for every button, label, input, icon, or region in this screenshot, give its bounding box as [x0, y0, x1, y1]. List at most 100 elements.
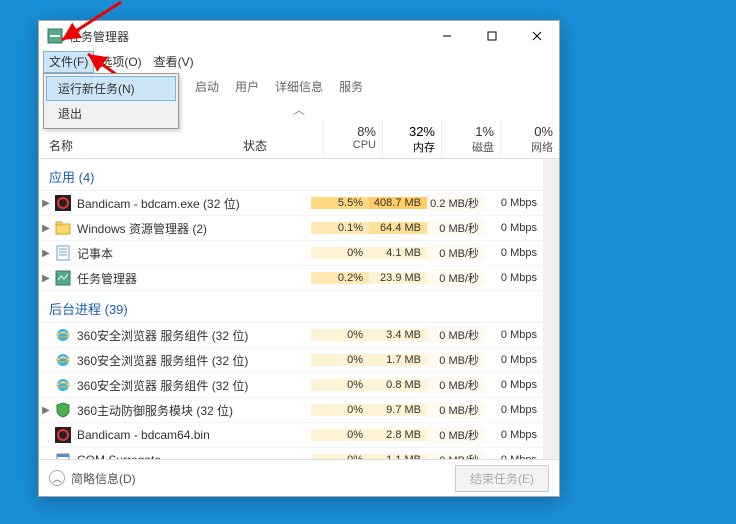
- group-apps: 应用 (4): [39, 159, 543, 191]
- process-list[interactable]: 应用 (4) ▶ Bandicam - bdcam.exe (32 位) 5.5%40…: [39, 159, 559, 459]
- tab-services[interactable]: 服务: [331, 74, 371, 99]
- process-icon: [55, 245, 71, 261]
- cell-network: 0 Mbps: [485, 429, 543, 441]
- menu-file[interactable]: 文件(F): [43, 51, 94, 73]
- minimize-button[interactable]: [424, 21, 469, 51]
- cell-disk: 0 MB/秒: [427, 377, 485, 393]
- cell-memory: 2.8 MB: [369, 429, 427, 441]
- cell-network: 0 Mbps: [485, 247, 543, 259]
- group-background: 后台进程 (39): [39, 291, 543, 323]
- expand-icon[interactable]: ▶: [39, 248, 53, 259]
- process-name: Bandicam - bdcam64.bin: [77, 428, 299, 442]
- cell-cpu: 0.2%: [311, 272, 369, 284]
- process-icon: [55, 452, 71, 459]
- cell-cpu: 0%: [311, 354, 369, 366]
- expand-icon[interactable]: ▶: [39, 223, 53, 234]
- header-status[interactable]: 状态: [243, 120, 323, 158]
- cell-network: 0 Mbps: [485, 404, 543, 416]
- process-name: 360安全浏览器 服务组件 (32 位): [77, 352, 299, 369]
- process-icon: [55, 195, 71, 211]
- cell-memory: 0.8 MB: [369, 379, 427, 391]
- cell-cpu: 0%: [311, 404, 369, 416]
- file-menu-dropdown: 运行新任务(N) 退出: [43, 73, 179, 129]
- process-row[interactable]: 360安全浏览器 服务组件 (32 位)0%0.8 MB0 MB/秒0 Mbps: [39, 373, 543, 398]
- cell-disk: 0.2 MB/秒: [427, 195, 485, 211]
- process-row[interactable]: ▶ Bandicam - bdcam.exe (32 位) 5.5%408.7 MB…: [39, 191, 543, 216]
- menu-view[interactable]: 查看(V): [148, 51, 200, 73]
- process-row[interactable]: 360安全浏览器 服务组件 (32 位) 0%3.4 MB0 MB/秒0 Mbps: [39, 323, 543, 348]
- end-task-button[interactable]: 结束任务(E): [455, 465, 549, 492]
- process-name: 记事本: [77, 245, 299, 262]
- cell-network: 0 Mbps: [485, 379, 543, 391]
- cell-disk: 0 MB/秒: [427, 220, 485, 236]
- tab-details[interactable]: 详细信息: [267, 74, 331, 99]
- window-title: 任务管理器: [69, 28, 424, 45]
- cell-network: 0 Mbps: [485, 197, 543, 209]
- cell-disk: 0 MB/秒: [427, 452, 485, 459]
- cell-cpu: 0.1%: [311, 222, 369, 234]
- cell-memory: 408.7 MB: [369, 197, 427, 209]
- process-name: COM Surrogate: [77, 453, 299, 459]
- cell-memory: 23.9 MB: [369, 272, 427, 284]
- footer: ︿ 简略信息(D) 结束任务(E): [39, 459, 559, 496]
- process-icon: [55, 352, 71, 368]
- process-row[interactable]: ▶ 记事本 0%4.1 MB0 MB/秒0 Mbps: [39, 241, 543, 266]
- cell-network: 0 Mbps: [485, 354, 543, 366]
- process-name: Bandicam - bdcam.exe (32 位): [77, 195, 299, 212]
- process-icon: [55, 427, 71, 443]
- task-manager-window: 任务管理器 文件(F) 选项(O) 查看(V) 运行新任务(N) 退出 记录 启…: [38, 20, 560, 497]
- cell-disk: 0 MB/秒: [427, 270, 485, 286]
- menu-options[interactable]: 选项(O): [94, 51, 147, 73]
- app-icon: [47, 28, 63, 44]
- cell-network: 0 Mbps: [485, 454, 543, 459]
- cell-disk: 0 MB/秒: [427, 327, 485, 343]
- cell-memory: 9.7 MB: [369, 404, 427, 416]
- menubar: 文件(F) 选项(O) 查看(V) 运行新任务(N) 退出: [39, 51, 559, 73]
- cell-memory: 64.4 MB: [369, 222, 427, 234]
- tab-startup[interactable]: 启动: [187, 74, 227, 99]
- cell-cpu: 0%: [311, 454, 369, 459]
- process-icon: [55, 220, 71, 236]
- process-name: Windows 资源管理器 (2): [77, 220, 299, 237]
- cell-network: 0 Mbps: [485, 329, 543, 341]
- process-row[interactable]: 360安全浏览器 服务组件 (32 位)0%1.7 MB0 MB/秒0 Mbps: [39, 348, 543, 373]
- process-row[interactable]: ▶ 360主动防御服务模块 (32 位) 0%9.7 MB0 MB/秒0 Mbps: [39, 398, 543, 423]
- process-row[interactable]: COM Surrogate0%1.1 MB0 MB/秒0 Mbps: [39, 448, 543, 459]
- header-network[interactable]: 0% 网络: [500, 120, 559, 158]
- process-icon: [55, 270, 71, 286]
- titlebar[interactable]: 任务管理器: [39, 21, 559, 51]
- process-row[interactable]: ▶ Windows 资源管理器 (2) 0.1%64.4 MB0 MB/秒0 Mbp…: [39, 216, 543, 241]
- menu-item-run-new-task[interactable]: 运行新任务(N): [46, 76, 176, 101]
- cell-network: 0 Mbps: [485, 222, 543, 234]
- cell-cpu: 5.5%: [311, 197, 369, 209]
- header-memory[interactable]: 32% 内存: [382, 120, 441, 158]
- maximize-button[interactable]: [469, 21, 514, 51]
- cell-cpu: 0%: [311, 429, 369, 441]
- cell-disk: 0 MB/秒: [427, 245, 485, 261]
- header-disk[interactable]: 1% 磁盘: [441, 120, 500, 158]
- process-name: 360安全浏览器 服务组件 (32 位): [77, 327, 299, 344]
- process-row[interactable]: ▶ 任务管理器 0.2%23.9 MB0 MB/秒0 Mbps: [39, 266, 543, 291]
- cell-cpu: 0%: [311, 379, 369, 391]
- cell-memory: 4.1 MB: [369, 247, 427, 259]
- header-cpu[interactable]: 8% CPU: [323, 120, 382, 158]
- process-name: 任务管理器: [77, 270, 299, 287]
- expand-icon[interactable]: ▶: [39, 273, 53, 284]
- cell-disk: 0 MB/秒: [427, 427, 485, 443]
- cell-memory: 3.4 MB: [369, 329, 427, 341]
- cell-disk: 0 MB/秒: [427, 402, 485, 418]
- vertical-scrollbar[interactable]: [543, 159, 559, 459]
- process-row[interactable]: Bandicam - bdcam64.bin 0%2.8 MB0 MB/秒0 Mb…: [39, 423, 543, 448]
- expand-icon[interactable]: ▶: [39, 198, 53, 209]
- fewer-details-toggle[interactable]: ︿ 简略信息(D): [49, 470, 136, 487]
- close-button[interactable]: [514, 21, 559, 51]
- process-name: 360主动防御服务模块 (32 位): [77, 402, 299, 419]
- chevron-up-icon: ︿: [49, 470, 65, 486]
- cell-cpu: 0%: [311, 329, 369, 341]
- menu-item-exit[interactable]: 退出: [46, 101, 176, 126]
- tab-users[interactable]: 用户: [227, 74, 267, 99]
- cell-network: 0 Mbps: [485, 272, 543, 284]
- expand-icon[interactable]: ▶: [39, 405, 53, 416]
- cell-cpu: 0%: [311, 247, 369, 259]
- cell-disk: 0 MB/秒: [427, 352, 485, 368]
